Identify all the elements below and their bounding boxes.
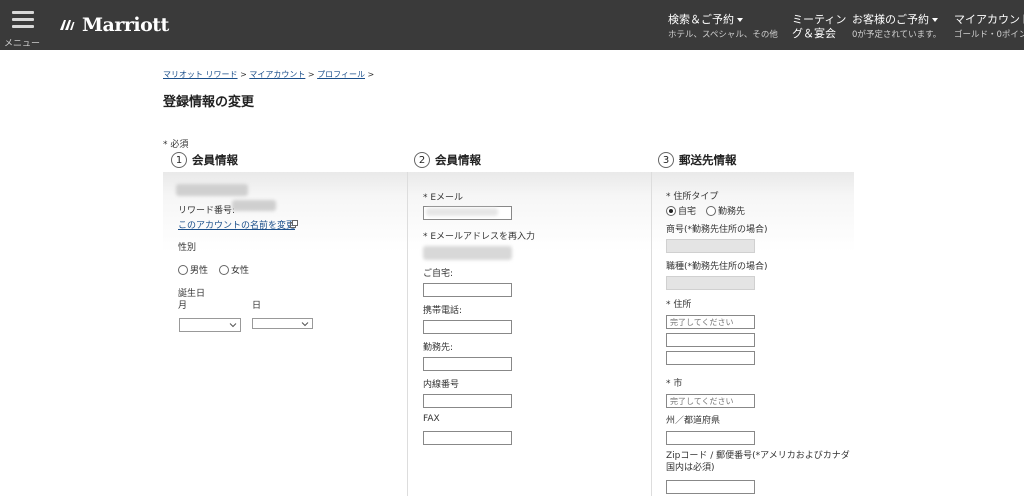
nav-reservations[interactable]: お客様のご予約 0が予定されています。 — [852, 13, 941, 41]
nav-my-account-label: マイアカウント — [954, 13, 1024, 26]
section-title: 会員情報 — [192, 153, 238, 167]
email-value-redacted — [426, 208, 498, 216]
nav-my-account[interactable]: マイアカウント ゴールド・0ポイン — [954, 13, 1024, 41]
top-navigation-bar: メニュー Marriott 検索＆ご予約 ホテル、スペシャル、その他 ミーティン… — [0, 0, 1024, 50]
address-type-label: * 住所タイプ — [666, 192, 719, 202]
member-name-redacted — [176, 184, 248, 196]
home-phone-label: ご自宅: — [423, 269, 454, 279]
nav-search-reserve-sub: ホテル、スペシャル、その他 — [668, 30, 778, 40]
birth-day-label: 日 — [252, 301, 262, 311]
breadcrumb-separator: > — [240, 70, 247, 79]
radio-circle-icon — [706, 205, 716, 216]
logo-text: Marriott — [82, 14, 169, 36]
email-label: * Eメール — [423, 193, 464, 203]
address-type-work-radio[interactable]: 勤務先 — [706, 204, 745, 217]
work-phone-label: 勤務先: — [423, 343, 454, 353]
required-note: * 必須 — [163, 140, 189, 150]
city-label: * 市 — [666, 379, 683, 389]
fax-label: FAX — [423, 414, 440, 424]
chevron-down-icon — [301, 322, 309, 327]
gender-label: 性別 — [178, 243, 197, 253]
nav-reservations-label: お客様のご予約 — [852, 13, 929, 26]
company-label: 商号(*勤務先住所の場合) — [666, 225, 768, 235]
radio-selected-icon — [666, 205, 676, 216]
zip-input[interactable] — [666, 480, 755, 494]
mobile-phone-input[interactable] — [423, 320, 512, 334]
section-title: 郵送先情報 — [679, 153, 737, 167]
nav-my-account-sub: ゴールド・0ポイン — [954, 30, 1024, 40]
section-title: 会員情報 — [435, 153, 481, 167]
birth-month-select[interactable] — [179, 318, 241, 332]
page-title: 登録情報の変更 — [163, 95, 255, 110]
address-line2-input[interactable] — [666, 333, 755, 347]
mobile-phone-label: 携帯電話: — [423, 306, 463, 316]
address-label: * 住所 — [666, 300, 692, 310]
nav-search-reserve-label: 検索＆ご予約 — [668, 13, 734, 26]
step-number: 3 — [658, 152, 674, 168]
breadcrumb-rewards[interactable]: マリオット リワード — [163, 70, 238, 79]
panel-member-info-2 — [407, 172, 651, 496]
radio-circle-icon — [219, 264, 229, 275]
nav-meetings[interactable]: ミーティン グ＆宴会 — [792, 13, 846, 41]
breadcrumb-profile[interactable]: プロフィール — [317, 70, 365, 79]
radio-circle-icon — [178, 264, 188, 275]
nav-meetings-sub: グ＆宴会 — [792, 27, 836, 40]
zip-label: Zipコード / 郵便番号(*アメリカおよびカナダ国内は必須) — [666, 451, 850, 473]
nav-meetings-label: ミーティン — [792, 13, 847, 26]
step-number: 2 — [414, 152, 430, 168]
gender-male-radio[interactable]: 男性 — [178, 263, 208, 276]
rename-account-link[interactable]: このアカウントの名前を変更 — [178, 218, 295, 231]
work-phone-input[interactable] — [423, 357, 512, 371]
marriott-logo-icon — [60, 20, 75, 30]
step-number: 1 — [171, 152, 187, 168]
state-input[interactable] — [666, 431, 755, 445]
chevron-down-icon — [229, 323, 237, 328]
gender-male-label: 男性 — [190, 266, 209, 276]
section-member-info-2: 2 会員情報 — [414, 152, 481, 168]
email-confirm-label: * Eメールアドレスを再入力 — [423, 232, 536, 242]
rewards-number-redacted — [232, 200, 276, 211]
industry-label: 職種(*勤務先住所の場合) — [666, 262, 768, 272]
state-label: 州／都道府県 — [666, 416, 721, 426]
column-divider — [651, 172, 652, 496]
menu-label: メニュー — [4, 39, 41, 49]
marriott-logo[interactable]: Marriott — [58, 12, 169, 38]
address-type-work-label: 勤務先 — [718, 207, 746, 217]
birth-month-label: 月 — [178, 301, 188, 311]
breadcrumb-separator: > — [307, 70, 315, 79]
address-line3-input[interactable] — [666, 351, 755, 365]
nav-search-reserve[interactable]: 検索＆ご予約 ホテル、スペシャル、その他 — [668, 13, 778, 41]
hamburger-icon — [12, 11, 34, 29]
section-mailing-info: 3 郵送先情報 — [658, 152, 737, 168]
email-confirm-redacted — [423, 246, 512, 260]
extension-input[interactable] — [423, 394, 512, 408]
extension-label: 内線番号 — [423, 380, 460, 390]
breadcrumb-separator: > — [367, 70, 375, 79]
caret-down-icon — [737, 18, 743, 22]
rewards-number-label: リワード番号: — [178, 206, 236, 216]
address-line1-input[interactable] — [666, 315, 755, 329]
popup-window-icon — [290, 220, 298, 228]
birth-day-select[interactable] — [252, 318, 313, 329]
menu-button[interactable]: メニュー — [0, 0, 46, 50]
company-input[interactable] — [666, 239, 755, 253]
gender-female-label: 女性 — [231, 266, 250, 276]
section-member-info-1: 1 会員情報 — [171, 152, 238, 168]
gender-female-radio[interactable]: 女性 — [219, 263, 249, 276]
breadcrumb-my-account[interactable]: マイアカウント — [249, 70, 305, 79]
nav-reservations-sub: 0が予定されています。 — [852, 30, 942, 40]
breadcrumb: マリオット リワード > マイアカウント > プロフィール > — [163, 69, 374, 80]
column-divider — [407, 172, 408, 496]
address-type-home-radio[interactable]: 自宅 — [666, 204, 696, 217]
fax-input[interactable] — [423, 431, 512, 445]
industry-input[interactable] — [666, 276, 755, 290]
city-input[interactable] — [666, 394, 755, 408]
home-phone-input[interactable] — [423, 283, 512, 297]
caret-down-icon — [932, 18, 938, 22]
address-type-home-label: 自宅 — [678, 207, 697, 217]
